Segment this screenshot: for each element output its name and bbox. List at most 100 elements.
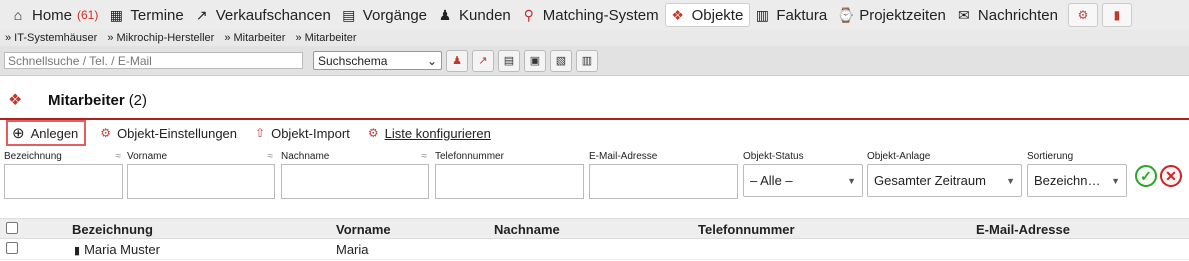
toolbar-processes-button[interactable]: ▤	[498, 49, 520, 72]
nav-termine[interactable]: ▦ Termine	[104, 3, 189, 27]
column-header-vorname[interactable]: Vorname	[336, 222, 391, 237]
filter-nachname-label-row: Nachname ≈	[281, 151, 429, 163]
toolbar-documents-button[interactable]: ▧	[550, 49, 572, 72]
filter-telefon-input[interactable]	[435, 164, 584, 199]
nav-nachrichten[interactable]: ✉ Nachrichten	[952, 3, 1064, 27]
magnifier-icon: ⚲	[523, 7, 534, 23]
toolbar-invoices-button[interactable]: ▥	[576, 49, 598, 72]
objects-icon: ❖	[8, 92, 23, 109]
nav-verkaufschancen[interactable]: ↗ Verkaufschancen	[190, 3, 337, 27]
approx-icon: ≈	[421, 151, 428, 162]
invoice-icon: ▥	[755, 7, 769, 23]
toolbar-customers-button[interactable]: ♟	[446, 49, 468, 72]
filter-sortierung: Sortierung Bezeichn… ▼	[1027, 151, 1127, 197]
calendar-icon: ▦	[109, 7, 123, 23]
search-bar: Suchschema ⌄ ♟ ↗ ▤ ▣ ▧ ▥	[0, 46, 1189, 76]
nav-faktura[interactable]: ▥ Faktura	[750, 3, 833, 27]
nav-kunden-label: Kunden	[459, 6, 511, 24]
home-count-badge: (61)	[77, 8, 99, 22]
column-header-telefonnummer[interactable]: Telefonnummer	[698, 222, 795, 237]
filter-status-select[interactable]: – Alle – ▼	[743, 164, 863, 197]
toolbar-opportunities-button[interactable]: ↗	[472, 49, 494, 72]
document-icon: ▧	[555, 55, 567, 67]
nav-verkaufschancen-label: Verkaufschancen	[215, 6, 331, 24]
bar-chart-icon: ▮	[1113, 8, 1121, 22]
filter-sortierung-select[interactable]: Bezeichn… ▼	[1027, 164, 1127, 197]
filter-bezeichnung: Bezeichnung ≈	[4, 151, 123, 199]
filter-sortierung-label-row: Sortierung	[1027, 151, 1127, 163]
nav-matching-system[interactable]: ⚲ Matching-System	[517, 3, 665, 27]
toolbar-projects-button[interactable]: ▣	[524, 49, 546, 72]
nav-home[interactable]: ⌂ Home (61)	[6, 3, 104, 27]
gears-icon: ⚙	[367, 126, 379, 140]
filter-anlage-label-row: Objekt-Anlage	[867, 151, 1022, 163]
filter-email-label-row: E-Mail-Adresse	[589, 151, 738, 163]
reset-filter-button[interactable]: ✕	[1160, 165, 1182, 187]
filter-vorname: Vorname ≈	[127, 151, 275, 199]
page-title: Mitarbeiter (2)	[48, 92, 147, 109]
filter-nachname: Nachname ≈	[281, 151, 429, 199]
gears-button[interactable]: ⚙	[1067, 3, 1098, 27]
column-header-email[interactable]: E-Mail-Adresse	[976, 222, 1070, 237]
filter-telefon-label: Telefonnummer	[435, 151, 504, 162]
gears-icon: ⚙	[1077, 8, 1089, 22]
breadcrumb-item[interactable]: » Mitarbeiter	[295, 32, 356, 44]
nav-matching-system-label: Matching-System	[542, 6, 659, 24]
filter-bezeichnung-input[interactable]	[4, 164, 123, 199]
filter-nachname-label: Nachname	[281, 151, 330, 162]
nav-projektzeiten-label: Projektzeiten	[859, 6, 946, 24]
nav-kunden[interactable]: ♟ Kunden	[433, 3, 517, 27]
gears-icon: ⚙	[100, 126, 112, 140]
search-schema-label: Suchschema	[318, 53, 388, 68]
checkmark-icon: ✓	[1140, 167, 1152, 184]
nav-home-label: Home	[32, 6, 73, 24]
filter-vorname-input[interactable]	[127, 164, 275, 199]
column-header-bezeichnung[interactable]: Bezeichnung	[72, 222, 153, 237]
select-all-checkbox[interactable]	[6, 222, 18, 234]
quick-search-input[interactable]	[4, 52, 303, 69]
document-icon: ▮	[74, 245, 81, 257]
filter-email-input[interactable]	[589, 164, 738, 199]
chevron-down-icon: ▼	[1006, 175, 1015, 186]
statistics-button[interactable]: ▮	[1101, 3, 1132, 27]
breadcrumb-item[interactable]: » Mitarbeiter	[224, 32, 285, 44]
configure-list-link[interactable]: ⚙ Liste konfigurieren	[368, 126, 491, 141]
filter-anlage-select[interactable]: Gesamter Zeitraum ▼	[867, 164, 1022, 197]
object-import-button[interactable]: ⇧ Objekt-Import	[255, 126, 350, 141]
nav-faktura-label: Faktura	[776, 6, 828, 24]
objects-icon: ❖	[671, 7, 684, 23]
chevron-down-icon: ⌄	[426, 53, 437, 68]
object-import-label: Objekt-Import	[271, 125, 350, 141]
chart-icon: ↗	[195, 7, 208, 23]
filter-sortierung-value: Bezeichn…	[1034, 173, 1101, 188]
filter-nachname-input[interactable]	[281, 164, 429, 199]
add-button[interactable]: ⊕ Anlegen	[6, 120, 87, 146]
breadcrumb-item[interactable]: » Mikrochip-Hersteller	[107, 32, 214, 44]
row-bezeichnung-text: Maria Muster	[84, 242, 160, 257]
nav-termine-label: Termine	[130, 6, 184, 24]
table-row[interactable]: ▮ Maria Muster Maria	[0, 239, 1189, 260]
people-icon: ♟	[452, 55, 462, 67]
clipboard-icon: ▤	[342, 7, 356, 23]
apply-filter-button[interactable]: ✓	[1135, 165, 1157, 187]
filter-status-label: Objekt-Status	[743, 151, 804, 162]
search-schema-select[interactable]: Suchschema ⌄	[313, 51, 442, 70]
envelope-icon: ✉	[958, 7, 970, 23]
configure-list-label: Liste konfigurieren	[384, 125, 491, 141]
row-checkbox[interactable]	[6, 242, 18, 254]
page-title-text: Mitarbeiter	[48, 91, 125, 109]
filter-status-value: – Alle –	[750, 173, 793, 188]
stopwatch-icon: ⌚	[837, 7, 855, 23]
column-header-nachname[interactable]: Nachname	[494, 222, 560, 237]
plus-circle-icon: ⊕	[12, 125, 25, 142]
nav-objekte[interactable]: ❖ Objekte	[664, 3, 751, 27]
nav-vorgaenge[interactable]: ▤ Vorgänge	[337, 3, 433, 27]
clipboard-icon: ▤	[503, 55, 515, 67]
breadcrumb-item[interactable]: » IT-Systemhäuser	[5, 32, 97, 44]
row-bezeichnung[interactable]: ▮ Maria Muster	[74, 242, 160, 257]
nav-projektzeiten[interactable]: ⌚ Projektzeiten	[833, 3, 952, 27]
filter-bezeichnung-label: Bezeichnung	[4, 151, 62, 162]
table-header: Bezeichnung Vorname Nachname Telefonnumm…	[0, 218, 1189, 239]
object-settings-button[interactable]: ⚙ Objekt-Einstellungen	[100, 126, 237, 141]
top-navigation: ⌂ Home (61) ▦ Termine ↗ Verkaufschancen …	[0, 0, 1189, 30]
